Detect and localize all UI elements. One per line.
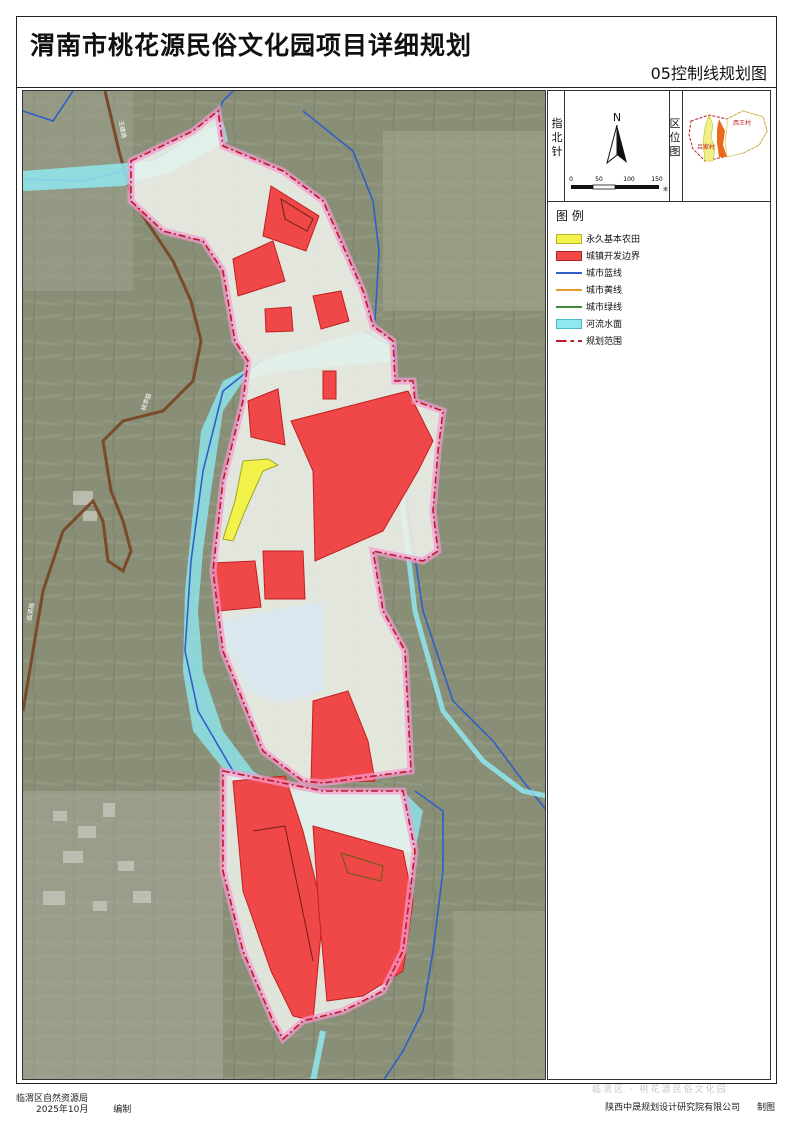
parcel-gate bbox=[322, 370, 337, 400]
scale-tick-0: 0 bbox=[569, 176, 573, 183]
village-west-label: 吕家村 bbox=[697, 143, 715, 151]
legend-label: 城市绿线 bbox=[586, 303, 623, 313]
legend-item-farmland: 永久基本农田 bbox=[556, 230, 766, 247]
page-title: 渭南市桃花源民俗文化园项目详细规划 bbox=[30, 31, 473, 60]
top-boxes: 指北针 N 0 50 100 150 米 区位图 西王村 吕家村 bbox=[548, 91, 770, 202]
watermark: 临渭区 · 桃花源民俗文化园 bbox=[592, 1085, 728, 1095]
legend-label: 城市蓝线 bbox=[586, 269, 623, 279]
parcel-west-2 bbox=[262, 550, 306, 600]
parcel-north-3 bbox=[264, 306, 294, 333]
water-swatch-icon bbox=[556, 318, 582, 329]
map-canvas[interactable]: 玉蟾路 桃李路 临渭路 bbox=[22, 90, 546, 1080]
location-map-label: 区位图 bbox=[669, 117, 681, 158]
map-subtitle: 05控制线规划图 bbox=[650, 64, 767, 83]
development-swatch-icon bbox=[556, 250, 582, 261]
north-letter: N bbox=[613, 111, 621, 124]
scale-bar-seg2 bbox=[592, 184, 616, 190]
footer-left: 临渭区自然资源局 2025年10月 编制 bbox=[16, 1094, 131, 1116]
side-panel: 指北针 N 0 50 100 150 米 区位图 西王村 吕家村 图 例 永久基… bbox=[547, 90, 771, 1080]
legend-item-yellow-line: 城市黄线 bbox=[556, 281, 766, 298]
legend-label: 城镇开发边界 bbox=[586, 252, 641, 262]
legend-item-green-line: 城市绿线 bbox=[556, 298, 766, 315]
legend-label: 城市黄线 bbox=[586, 286, 623, 296]
yellow-line-swatch-icon bbox=[556, 285, 582, 295]
legend-item-development: 城镇开发边界 bbox=[556, 247, 766, 264]
compile-action: 编制 bbox=[113, 1105, 132, 1115]
scale-tick-1: 50 bbox=[595, 176, 603, 183]
legend-label: 规划范围 bbox=[586, 337, 623, 347]
village-area bbox=[23, 791, 223, 1079]
terrain-patch-nw bbox=[23, 91, 133, 291]
north-arrow-svg: N 0 50 100 150 米 bbox=[569, 111, 668, 193]
north-arrow-icon bbox=[617, 125, 627, 163]
village-east-label: 西王村 bbox=[733, 119, 751, 127]
blue-line-swatch-icon bbox=[556, 268, 582, 278]
farmland-swatch-icon bbox=[556, 233, 582, 244]
north-arrow-icon-half bbox=[606, 124, 618, 165]
title-bar: 渭南市桃花源民俗文化园项目详细规划 05控制线规划图 bbox=[16, 16, 777, 88]
scale-tick-3: 150 bbox=[651, 176, 663, 183]
terrain-patch-ne bbox=[383, 131, 545, 311]
north-arrow-label: 指北针 bbox=[551, 117, 563, 158]
legend: 图 例 永久基本农田 城镇开发边界 城市蓝线 城市黄线 城市绿线 河流水面 规划… bbox=[556, 207, 766, 349]
compile-date: 2025年10月 bbox=[36, 1105, 89, 1115]
location-village-east bbox=[724, 110, 768, 158]
legend-label: 永久基本农田 bbox=[586, 235, 641, 245]
north-arrow-box: N 0 50 100 150 米 bbox=[564, 91, 670, 201]
scale-bar-seg3 bbox=[615, 185, 659, 189]
compiler-org: 临渭区自然资源局 bbox=[16, 1094, 89, 1104]
legend-title: 图 例 bbox=[556, 209, 584, 223]
design-action: 制图 bbox=[756, 1103, 775, 1113]
scale-bar-seg1 bbox=[571, 185, 593, 189]
designer-org: 陕西中晟规划设计研究院有限公司 bbox=[605, 1103, 741, 1113]
map-svg: 玉蟾路 桃李路 临渭路 bbox=[23, 91, 545, 1079]
scale-unit: 米 bbox=[663, 186, 668, 193]
footer-right: 陕西中晟规划设计研究院有限公司 制图 bbox=[605, 1100, 775, 1113]
legend-item-blue-line: 城市蓝线 bbox=[556, 264, 766, 281]
location-map-box: 西王村 吕家村 bbox=[682, 91, 771, 201]
location-map-svg: 西王村 吕家村 bbox=[688, 110, 768, 162]
legend-item-boundary: 规划范围 bbox=[556, 332, 766, 349]
scale-tick-2: 100 bbox=[623, 176, 635, 183]
legend-item-water: 河流水面 bbox=[556, 315, 766, 332]
boundary-swatch-icon bbox=[556, 339, 582, 342]
legend-label: 河流水面 bbox=[586, 320, 623, 330]
terrain-patch-se bbox=[453, 911, 545, 1079]
green-line-swatch-icon bbox=[556, 302, 582, 312]
